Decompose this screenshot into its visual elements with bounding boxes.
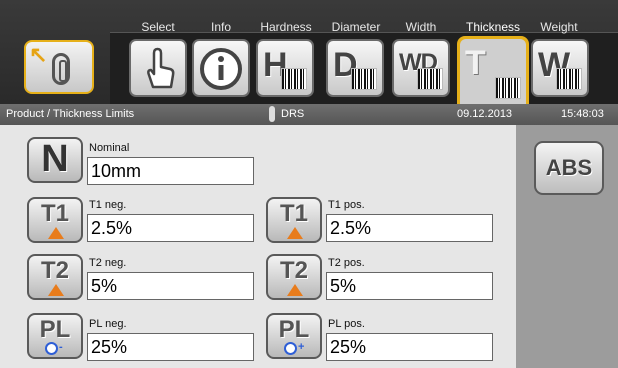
tab-info[interactable]: [192, 39, 250, 97]
t1-neg-field[interactable]: 2.5%: [87, 214, 254, 242]
status-bar: Product / Thickness Limits DRS 09.12.201…: [0, 104, 618, 125]
tab-width[interactable]: WD: [392, 39, 450, 97]
barcode-icon: [351, 68, 377, 90]
abs-button[interactable]: ABS: [534, 141, 604, 195]
tab-width-label: Width: [405, 20, 437, 34]
barcode-icon: [417, 68, 443, 90]
pl-pos-field[interactable]: 25%: [326, 333, 493, 361]
product-home-button[interactable]: ↖: [24, 40, 94, 94]
hand-pointer-icon: [147, 47, 175, 89]
t1-badge: T1: [40, 200, 69, 227]
warning-icon: [48, 284, 64, 296]
pl-neg-label: PL neg.: [89, 318, 127, 330]
tab-weight-label: Weight: [540, 20, 578, 34]
cross-circle-icon: [45, 342, 58, 355]
t1-badge: T1: [279, 200, 308, 227]
pl-badge: PL: [39, 316, 71, 343]
drs-indicator-icon: [269, 106, 275, 122]
tab-info-label: Info: [210, 20, 231, 34]
tab-thickness-active-frame: T: [457, 36, 529, 104]
nominal-field[interactable]: 10mm: [87, 157, 254, 185]
warning-icon: [287, 227, 303, 239]
tab-thickness-label: Thickness: [465, 20, 521, 34]
tab-diameter[interactable]: D: [326, 39, 384, 97]
tab-hardness-label: Hardness: [260, 20, 312, 34]
t2-badge: T2: [40, 257, 69, 284]
status-time: 15:48:03: [561, 108, 604, 120]
t1-neg-button[interactable]: T1: [27, 197, 83, 243]
t1-pos-button[interactable]: T1: [266, 197, 322, 243]
plus-sign: +: [298, 341, 305, 353]
cross-circle-icon: [284, 342, 297, 355]
t1-pos-field[interactable]: 2.5%: [326, 214, 493, 242]
warning-icon: [48, 227, 64, 239]
t2-pos-field[interactable]: 5%: [326, 272, 493, 300]
t2-pos-button[interactable]: T2: [266, 254, 322, 300]
t1-neg-label: T1 neg.: [89, 199, 127, 211]
tab-weight[interactable]: W: [531, 39, 589, 97]
info-icon: [200, 48, 242, 90]
tab-thickness[interactable]: T: [460, 39, 526, 104]
pl-pos-button[interactable]: PL +: [266, 313, 322, 359]
minus-sign: -: [59, 341, 63, 353]
nominal-button[interactable]: N: [27, 137, 83, 183]
top-toolbar: ↖ Select Info Hardness Diameter Width Th…: [0, 0, 618, 104]
tab-select-label: Select: [141, 20, 175, 34]
tab-diameter-label: Diameter: [331, 20, 381, 34]
barcode-icon: [556, 68, 582, 90]
back-arrow-icon: ↖: [29, 42, 48, 67]
t2-badge: T2: [279, 257, 308, 284]
nominal-label: Nominal: [89, 142, 130, 154]
t2-pos-label: T2 pos.: [328, 257, 365, 269]
warning-icon: [287, 284, 303, 296]
system-label: DRS: [281, 108, 305, 120]
barcode-icon: [495, 77, 521, 99]
paperclip-icon: [52, 53, 70, 85]
nominal-badge: N: [41, 138, 69, 180]
tab-select[interactable]: [129, 39, 187, 97]
tab-hardness[interactable]: H: [256, 39, 314, 97]
status-date: 09.12.2013: [457, 108, 513, 120]
breadcrumb: Product / Thickness Limits: [6, 108, 135, 120]
t2-neg-label: T2 neg.: [89, 257, 127, 269]
t2-neg-field[interactable]: 5%: [87, 272, 254, 300]
pl-badge: PL: [278, 316, 310, 343]
pl-neg-button[interactable]: PL -: [27, 313, 83, 359]
thickness-letter: T: [465, 44, 486, 82]
barcode-icon: [281, 68, 307, 90]
t2-neg-button[interactable]: T2: [27, 254, 83, 300]
pl-pos-label: PL pos.: [328, 318, 365, 330]
t1-pos-label: T1 pos.: [328, 199, 365, 211]
pl-neg-field[interactable]: 25%: [87, 333, 254, 361]
